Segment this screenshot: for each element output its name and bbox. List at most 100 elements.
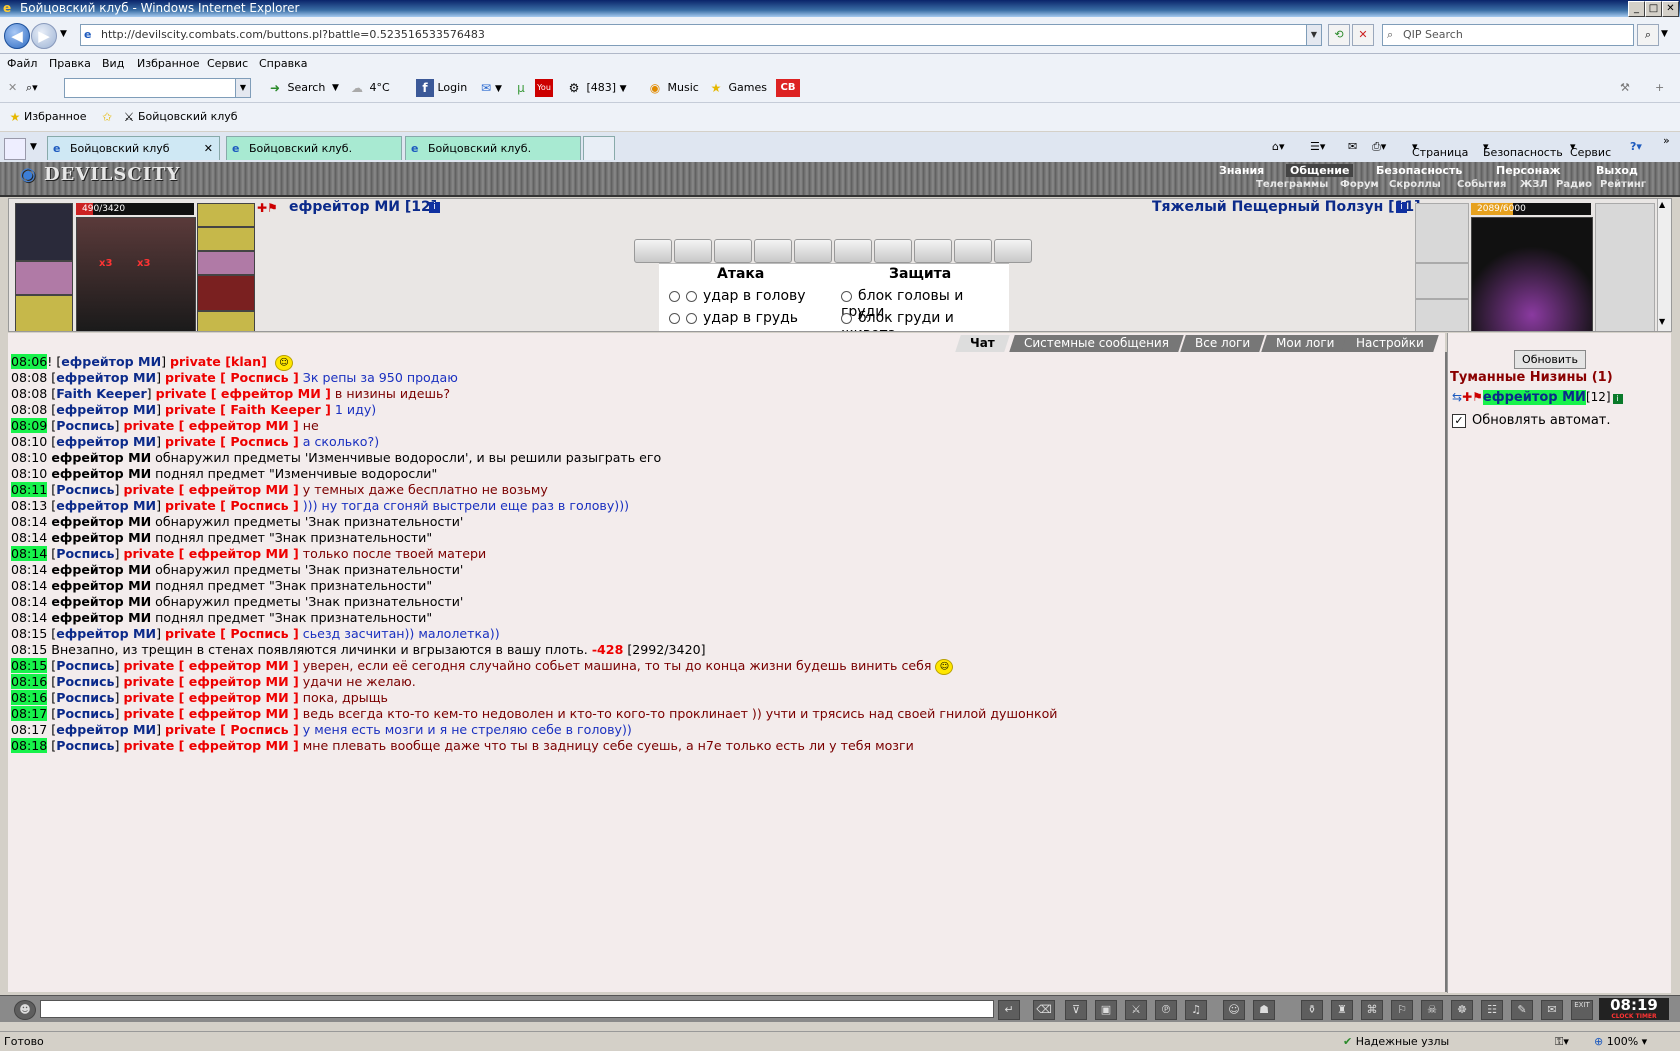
private-message-icon[interactable]: ⇆ xyxy=(1452,390,1462,404)
menu-edit[interactable]: Правка xyxy=(49,54,91,74)
scroll-slot-5[interactable] xyxy=(794,239,832,263)
chat-timestamp[interactable]: 08:17 xyxy=(11,706,48,721)
scroll-slot-3[interactable] xyxy=(714,239,752,263)
menu-favorites[interactable]: Избранное xyxy=(137,54,199,74)
private-recipient[interactable]: private [ ефрейтор МИ ] xyxy=(123,674,298,689)
private-recipient[interactable]: private [ Роспись ] xyxy=(165,434,299,449)
chat-username[interactable]: Faith Keeper xyxy=(56,386,146,401)
chat-username[interactable]: ефрейтор МИ xyxy=(56,370,156,385)
defense-radio-1[interactable] xyxy=(841,290,852,302)
private-recipient[interactable]: private [ Роспись ] xyxy=(165,626,299,641)
private-recipient[interactable]: private [ ефрейтор МИ ] xyxy=(123,658,298,673)
chat-timestamp[interactable]: 08:15 xyxy=(11,626,47,641)
map-icon[interactable]: ⌘ xyxy=(1361,1000,1383,1020)
chat-username[interactable]: Роспись xyxy=(56,674,114,689)
favorites-button[interactable]: ★ Избранное xyxy=(6,103,87,131)
security-status-icon[interactable]: ⚿▾ xyxy=(1555,1032,1569,1051)
helmet-slot[interactable] xyxy=(15,203,73,261)
chat-timestamp[interactable]: 08:17 xyxy=(11,722,47,737)
tab-3[interactable]: e Бойцовский клуб. xyxy=(405,136,581,160)
private-recipient[interactable]: private [ Faith Keeper ] xyxy=(165,402,331,417)
defense-radio-2[interactable] xyxy=(841,312,852,324)
online-user-name[interactable]: ефрейтор МИ xyxy=(1482,390,1586,405)
nav-radio[interactable]: Радио xyxy=(1556,179,1592,191)
search-options-icon[interactable]: ▼ xyxy=(1661,29,1668,39)
print-icon[interactable]: ⎙▾ xyxy=(1372,138,1386,156)
nav-events[interactable]: События xyxy=(1457,179,1506,191)
chat-timestamp[interactable]: 08:14 xyxy=(11,546,48,561)
qip-search-input[interactable]: ⌕ QIP Search xyxy=(1382,24,1634,46)
history-dropdown-icon[interactable]: ▼ xyxy=(60,29,67,39)
attack-radio-1b[interactable] xyxy=(686,290,697,302)
scroll-slot-7[interactable] xyxy=(874,239,912,263)
weapon-slot[interactable] xyxy=(197,275,255,311)
enemy-armor-slot[interactable] xyxy=(1415,263,1469,299)
chat-timestamp[interactable]: 08:14 xyxy=(11,610,47,625)
private-recipient[interactable]: private [klan] xyxy=(170,354,267,369)
gloves-slot[interactable] xyxy=(15,295,73,331)
chat-timestamp[interactable]: 08:15 xyxy=(11,642,47,657)
chat-username[interactable]: Роспись xyxy=(56,418,114,433)
scroll-slot-8[interactable] xyxy=(914,239,952,263)
chat-timestamp[interactable]: 08:11 xyxy=(11,482,48,497)
auto-refresh-checkbox[interactable]: ✓ xyxy=(1452,413,1466,428)
private-recipient[interactable]: private [ Роспись ] xyxy=(165,722,299,737)
chat-username[interactable]: ефрейтор МИ xyxy=(56,626,156,641)
weather-widget[interactable]: ☁ 4°C xyxy=(348,74,390,102)
nav-scrolls[interactable]: Скроллы xyxy=(1389,179,1441,191)
enemy-avatar[interactable] xyxy=(1471,217,1593,331)
bag-icon[interactable]: ♜ xyxy=(1331,1000,1353,1020)
tools-menu[interactable]: Сервис ▾ xyxy=(1570,138,1611,159)
chat-mode-icon[interactable]: ☻ xyxy=(14,1000,36,1020)
close-tab-icon[interactable]: ✕ xyxy=(204,137,213,161)
chat-timestamp[interactable]: 08:16 xyxy=(11,690,48,705)
chat-timestamp[interactable]: 08:14 xyxy=(11,530,47,545)
scroll-down-icon[interactable]: ▼ xyxy=(1659,317,1665,326)
nav-zhzl[interactable]: ЖЗЛ xyxy=(1520,179,1548,191)
chat-username[interactable]: ефрейтор МИ xyxy=(51,466,151,481)
chat-timestamp[interactable]: 08:14 xyxy=(11,594,47,609)
chat-username[interactable]: ефрейтор МИ xyxy=(51,530,151,545)
enemy-helmet-slot[interactable] xyxy=(1415,203,1469,263)
chat-tab-all-logs[interactable]: Все логи xyxy=(1180,335,1265,352)
chat-username[interactable]: Роспись xyxy=(56,658,114,673)
settings-icon[interactable]: ✎ xyxy=(1511,1000,1533,1020)
chat-username[interactable]: ефрейтор МИ xyxy=(61,354,161,369)
nav-telegrams[interactable]: Телеграммы xyxy=(1256,179,1328,191)
chat-timestamp[interactable]: 08:14 xyxy=(11,562,47,577)
toolbar-search-button[interactable]: ➜ Search xyxy=(266,74,325,102)
mail-button[interactable]: ✉ ▼ xyxy=(477,74,502,103)
page-menu[interactable]: Страница ▾ xyxy=(1412,138,1468,159)
scroll-slot-6[interactable] xyxy=(834,239,872,263)
online-user-row[interactable]: ⇆✚⚑ефрейтор МИ[12] i xyxy=(1452,390,1623,405)
chat-timestamp[interactable]: 08:18 xyxy=(11,738,48,753)
nav-communication[interactable]: Общение xyxy=(1286,164,1354,177)
chat-username[interactable]: ефрейтор МИ xyxy=(51,562,151,577)
search-menu-dropdown-icon[interactable]: ▼ xyxy=(332,74,339,102)
wrench-icon[interactable]: ⚒ xyxy=(1620,74,1630,102)
youtube-button[interactable]: You xyxy=(535,74,553,102)
chat-timestamp[interactable]: 08:14 xyxy=(11,514,47,529)
battle-scrollbar[interactable]: ▲ ▼ xyxy=(1657,199,1671,331)
chat-username[interactable]: ефрейтор МИ xyxy=(56,434,156,449)
filter-icon[interactable]: ⊽ xyxy=(1065,1000,1087,1020)
maximize-button[interactable]: □ xyxy=(1645,1,1662,17)
chat-username[interactable]: ефрейтор МИ xyxy=(51,578,151,593)
safety-menu[interactable]: Безопасность ▾ xyxy=(1483,138,1563,159)
back-icon[interactable]: ◀ xyxy=(4,23,30,49)
chat-timestamp[interactable]: 08:13 xyxy=(11,498,47,513)
chat-username[interactable]: ефрейтор МИ xyxy=(51,610,151,625)
forward-icon[interactable]: ▶ xyxy=(31,23,57,49)
mail-cmd-icon[interactable]: ✉ xyxy=(1348,138,1357,156)
chat-timestamp[interactable]: 08:09 xyxy=(11,418,48,433)
private-recipient[interactable]: private [ ефрейтор МИ ] xyxy=(123,690,298,705)
private-recipient[interactable]: private [ Роспись ] xyxy=(165,498,299,513)
mask-icon[interactable]: ☠ xyxy=(1421,1000,1443,1020)
chat-username[interactable]: Роспись xyxy=(56,706,114,721)
ring-slot-3[interactable] xyxy=(197,251,255,275)
tab-2[interactable]: e Бойцовский клуб. xyxy=(226,136,402,160)
chat-timestamp[interactable]: 08:06 xyxy=(11,354,48,369)
chat-timestamp[interactable]: 08:08 xyxy=(11,386,47,401)
player-name[interactable]: ефрейтор МИ [12] xyxy=(289,199,437,215)
overflow-chevron-icon[interactable]: » xyxy=(1663,132,1670,150)
